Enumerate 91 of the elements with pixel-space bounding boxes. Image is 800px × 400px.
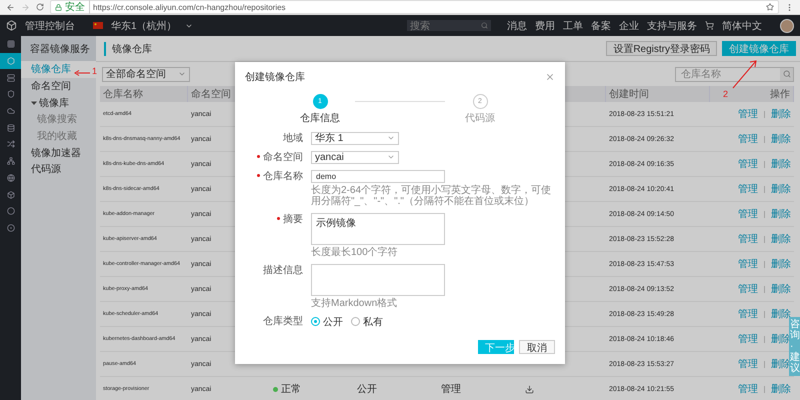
delete-link[interactable]: 删除: [771, 182, 791, 196]
address-bar[interactable]: 安全 https://cr.console.aliyun.com/cn-hangzhou/repositories: [50, 0, 779, 14]
next-button[interactable]: 下一步: [478, 340, 514, 354]
required-mark: [257, 174, 260, 178]
feedback-tab[interactable]: 咨询·建议: [789, 317, 800, 376]
manage-link[interactable]: 管理: [738, 132, 758, 146]
nav-link[interactable]: 支持与服务: [647, 18, 697, 32]
required-mark: [277, 217, 280, 220]
delete-link[interactable]: 删除: [771, 257, 791, 271]
manage-link[interactable]: 管理: [738, 307, 758, 321]
table-cell-text: 公开: [357, 383, 377, 396]
column-header: 仓库名称: [100, 86, 188, 102]
console-title[interactable]: 管理控制台: [25, 18, 75, 32]
rail-icon[interactable]: [0, 52, 21, 70]
required-mark: [257, 155, 260, 158]
delete-link[interactable]: 删除: [771, 107, 791, 121]
manage-link[interactable]: 管理: [738, 107, 758, 121]
delete-link[interactable]: 删除: [771, 282, 791, 296]
avatar[interactable]: [780, 18, 794, 32]
language-selector[interactable]: 简体中文: [722, 18, 762, 32]
radio-option[interactable]: 公开: [311, 314, 343, 328]
create-button[interactable]: 创建镜像仓库: [722, 41, 796, 56]
chevron-icon: [387, 153, 395, 161]
sidebar-item[interactable]: 我的收藏: [21, 128, 96, 144]
delete-link[interactable]: 删除: [771, 382, 791, 396]
security-label: 安全: [65, 0, 90, 14]
delete-link[interactable]: 删除: [771, 207, 791, 221]
download-icon[interactable]: [525, 384, 534, 394]
field-hint: 长度最长100个字符: [311, 246, 399, 258]
manage-link[interactable]: 管理: [738, 257, 758, 271]
page-title: 镜像仓库: [104, 42, 152, 56]
manage-link[interactable]: 管理: [738, 232, 758, 246]
nav-link[interactable]: 费用: [535, 18, 555, 32]
radio-option[interactable]: 私有: [351, 314, 383, 328]
search-icon: [481, 22, 488, 29]
search-icon[interactable]: [780, 68, 793, 80]
region-selector[interactable]: 华东1（杭州）: [111, 18, 177, 32]
nav-link[interactable]: 企业: [619, 18, 639, 32]
manage-link[interactable]: 管理: [738, 332, 758, 346]
dialog-title: 创建镜像仓库: [245, 70, 305, 84]
sidebar-item[interactable]: 镜像库: [21, 94, 96, 112]
search-field[interactable]: 仓库名称: [675, 66, 794, 82]
cart-icon[interactable]: [705, 21, 714, 30]
sidebar-title: 容器镜像服务: [21, 36, 96, 61]
manage-link[interactable]: 管理: [738, 157, 758, 171]
input-field[interactable]: demo: [311, 170, 445, 182]
table-cell-text: 管理: [441, 383, 461, 396]
field-hint: 长度为2-64个字符，可使用小写英文字母、数字，可使用分隔符"_"、"-"、"."（分隔符不能在首位或末位）: [311, 184, 552, 206]
manage-link[interactable]: 管理: [738, 382, 758, 396]
delete-link[interactable]: 删除: [771, 232, 791, 246]
delete-link[interactable]: 删除: [771, 157, 791, 171]
column-header: 创建时间: [606, 86, 710, 102]
step-label: 仓库信息: [300, 112, 340, 124]
close-icon[interactable]: [545, 72, 555, 82]
annotation-number: 2: [723, 89, 728, 99]
sidebar-item[interactable]: 代码源: [21, 161, 96, 178]
sidebar-item[interactable]: 镜像搜索: [21, 111, 96, 128]
field-hint: 支持Markdown格式: [311, 298, 398, 308]
select-field[interactable]: yancai: [311, 150, 399, 164]
annotation-arrow: [733, 60, 757, 88]
reload-icon[interactable]: [36, 3, 44, 11]
nav-link[interactable]: 工单: [563, 18, 583, 32]
manage-link[interactable]: 管理: [738, 357, 758, 371]
password-button[interactable]: 设置Registry登录密码: [606, 41, 717, 56]
bookmark-star-icon[interactable]: [766, 3, 774, 11]
sidebar-item[interactable]: 镜像加速器: [21, 144, 96, 162]
status-text: 正常: [281, 382, 301, 396]
select-field[interactable]: 华东 1: [311, 132, 399, 144]
console-logo-icon[interactable]: [6, 20, 17, 31]
text-area[interactable]: 示例镜像: [311, 212, 445, 244]
delete-link[interactable]: 删除: [771, 132, 791, 146]
nav-link[interactable]: 消息: [507, 18, 527, 32]
back-icon[interactable]: [6, 2, 15, 12]
delete-link[interactable]: 删除: [771, 307, 791, 321]
annotation-arrow: [74, 70, 90, 76]
manage-link[interactable]: 管理: [738, 207, 758, 221]
lock-icon: [55, 4, 62, 10]
cancel-button[interactable]: 取消: [519, 340, 555, 354]
step-label: 代码源: [465, 112, 495, 124]
url-text: https://cr.console.aliyun.com/cn-hangzhou/repositories: [93, 2, 286, 12]
annotation-number: 1: [92, 66, 98, 76]
chevron-icon: [387, 134, 395, 142]
field-label: 地域: [282, 132, 303, 144]
nav-link[interactable]: 备案: [591, 18, 611, 32]
chevron-icon: [178, 70, 186, 78]
namespace-dropdown[interactable]: 全部命名空间: [102, 66, 190, 82]
manage-link[interactable]: 管理: [738, 282, 758, 296]
flag-icon: [93, 22, 103, 29]
manage-link[interactable]: 管理: [738, 182, 758, 196]
sidebar-item[interactable]: 命名空间: [21, 78, 96, 94]
search-field[interactable]: 搜索: [407, 20, 491, 31]
